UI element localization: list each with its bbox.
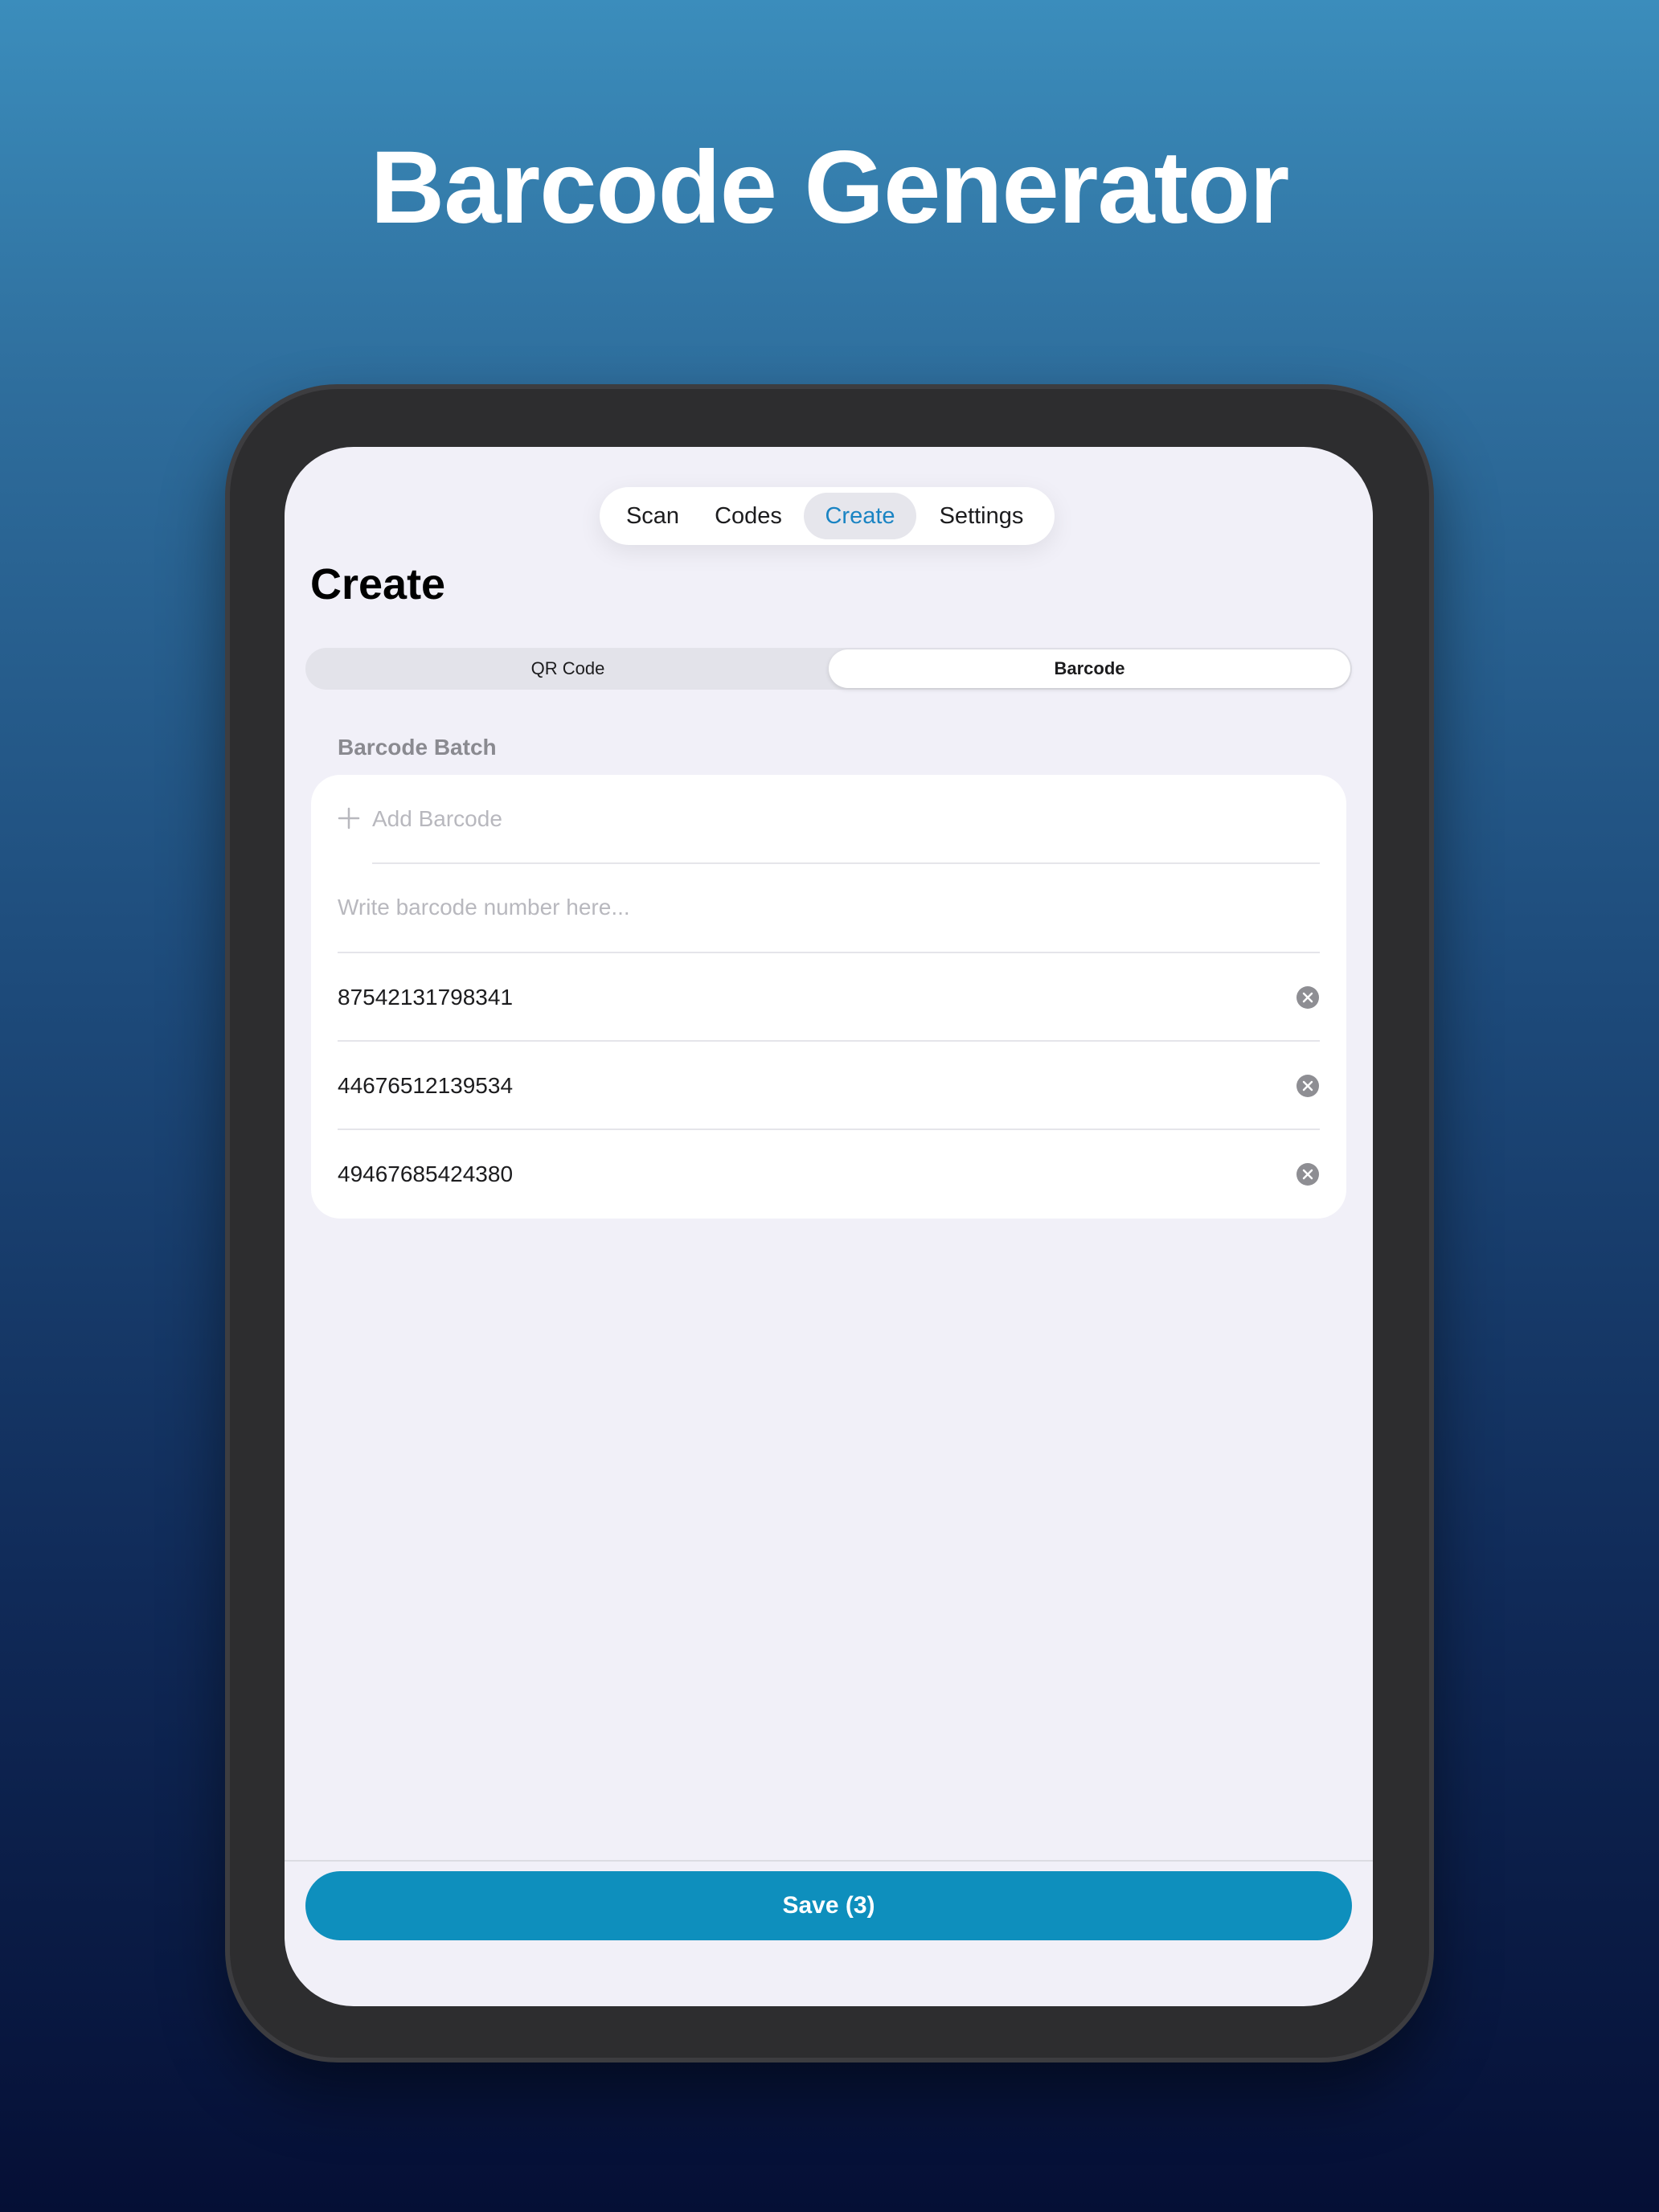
barcode-input-row[interactable]: Write barcode number here... [311, 863, 1346, 952]
bottom-separator [285, 1860, 1373, 1862]
app-screen: Scan Codes Create Settings Create QR Cod… [285, 447, 1373, 2006]
clear-icon[interactable] [1296, 985, 1320, 1010]
tab-create[interactable]: Create [804, 493, 916, 539]
barcode-number-input[interactable]: Write barcode number here... [338, 863, 630, 952]
add-barcode-label: Add Barcode [372, 806, 502, 831]
barcode-list-item: 44676512139534 [311, 1042, 1346, 1130]
clear-icon[interactable] [1296, 1074, 1320, 1098]
plus-icon [338, 807, 360, 830]
tab-codes[interactable]: Codes [698, 493, 799, 539]
barcode-value: 49467685424380 [338, 1161, 514, 1186]
barcode-list-item: 87542131798341 [311, 953, 1346, 1042]
barcode-value: 87542131798341 [338, 985, 514, 1010]
promo-headline: Barcode Generator [370, 130, 1290, 245]
code-type-segmented-control: QR Code Barcode [305, 648, 1352, 690]
tab-settings[interactable]: Settings [921, 493, 1042, 539]
barcode-batch-card: Add Barcode Write barcode number here...… [311, 775, 1346, 1219]
barcode-value: 44676512139534 [338, 1073, 514, 1098]
barcode-list-item: 49467685424380 [311, 1130, 1346, 1219]
tab-scan[interactable]: Scan [612, 493, 693, 539]
page-title: Create [310, 560, 446, 608]
save-button[interactable]: Save (3) [305, 1871, 1352, 1940]
section-header: Barcode Batch [338, 735, 497, 760]
segment-qr-code[interactable]: QR Code [307, 649, 829, 688]
clear-icon[interactable] [1296, 1162, 1320, 1186]
segment-barcode[interactable]: Barcode [829, 649, 1350, 688]
top-tab-bar: Scan Codes Create Settings [600, 487, 1055, 545]
add-barcode-row[interactable]: Add Barcode [311, 775, 1346, 863]
